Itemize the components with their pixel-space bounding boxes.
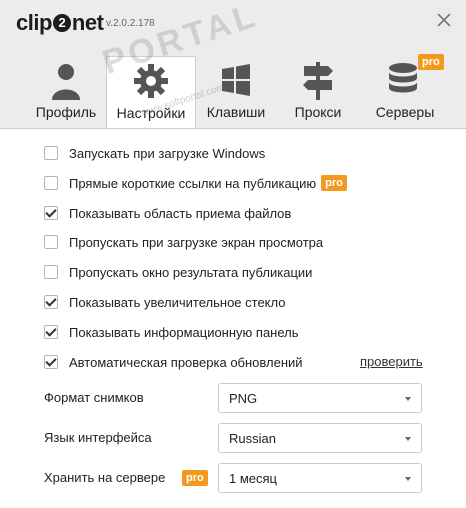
option-drop-area: Показывать область приема файлов [44,203,291,223]
storage-select[interactable]: 1 месяц [218,463,422,493]
tab-servers-label: Серверы [375,104,435,120]
option-skip-result-checkbox[interactable] [44,265,58,279]
tab-keys[interactable]: Клавиши [196,56,276,128]
settings-window: clip 2 net v.2.0.2.178 Профиль Настройки… [0,0,466,508]
tab-profile-label: Профиль [35,104,97,120]
check-updates-link[interactable]: проверить [360,352,423,372]
format-label: Формат снимков [44,390,144,405]
option-label: Показывать информационную панель [69,324,299,340]
option-magnifier-checkbox[interactable] [44,295,58,309]
app-logo: clip 2 net [16,10,104,35]
option-label: Прямые короткие ссылки на публикацию [69,175,317,191]
option-info-panel-checkbox[interactable] [44,325,58,339]
option-label: Запускать при загрузке Windows [69,145,266,161]
format-select[interactable]: PNG [218,383,422,413]
option-label: Автоматическая проверка обновлений [69,354,303,370]
language-value: Russian [229,431,276,446]
header: clip 2 net v.2.0.2.178 Профиль Настройки… [0,0,466,129]
app-version: v.2.0.2.178 [106,18,155,29]
storage-pro-badge: pro [182,470,208,486]
option-skip-result: Пропускать окно результата публикации [44,262,312,282]
tab-bar: Профиль Настройки Клавиши Прокси pro Сер… [0,54,466,129]
option-short-links-checkbox[interactable] [44,176,58,190]
option-short-links: Прямые короткие ссылки на публикацию pro [44,173,347,193]
chevron-down-icon [405,437,411,441]
tab-settings[interactable]: Настройки [106,56,196,129]
gear-icon [134,64,168,98]
language-label: Язык интерфейса [44,430,152,445]
option-drop-area-checkbox[interactable] [44,206,58,220]
storage-row: Хранить на сервере pro 1 месяц [44,463,424,493]
tab-proxy[interactable]: Прокси [276,56,360,128]
option-auto-update: Автоматическая проверка обновлений прове… [44,352,444,372]
option-auto-update-checkbox[interactable] [44,355,58,369]
tab-servers[interactable]: pro Серверы [360,54,450,128]
storage-value: 1 месяц [229,471,277,486]
language-select[interactable]: Russian [218,423,422,453]
servers-pro-badge: pro [418,54,444,70]
user-icon [52,64,80,100]
option-magnifier: Показывать увеличительное стекло [44,292,285,312]
format-value: PNG [229,391,258,406]
tab-profile[interactable]: Профиль [26,56,106,128]
option-info-panel: Показывать информационную панель [44,322,299,342]
option-skip-preview: Пропускать при загрузке экран просмотра [44,232,323,252]
close-button[interactable] [434,10,454,30]
close-icon [437,13,451,27]
tab-settings-label: Настройки [116,105,186,121]
tab-keys-label: Клавиши [206,104,266,120]
chevron-down-icon [405,397,411,401]
option-label: Пропускать при загрузке экран просмотра [69,234,324,250]
language-row: Язык интерфейса Russian [44,423,424,453]
tab-divider [0,128,466,129]
option-autostart-checkbox[interactable] [44,146,58,160]
storage-label: Хранить на сервере [44,470,166,485]
windows-key-icon [222,64,250,96]
format-row: Формат снимков PNG [44,383,424,413]
option-skip-preview-checkbox[interactable] [44,235,58,249]
signpost-icon [303,62,333,100]
short-links-pro-badge: pro [321,175,347,191]
option-label: Показывать область приема файлов [69,205,292,221]
chevron-down-icon [405,477,411,481]
option-label: Показывать увеличительное стекло [69,294,286,310]
option-autostart: Запускать при загрузке Windows [44,143,265,163]
tab-proxy-label: Прокси [294,104,342,120]
option-label: Пропускать окно результата публикации [69,264,313,280]
